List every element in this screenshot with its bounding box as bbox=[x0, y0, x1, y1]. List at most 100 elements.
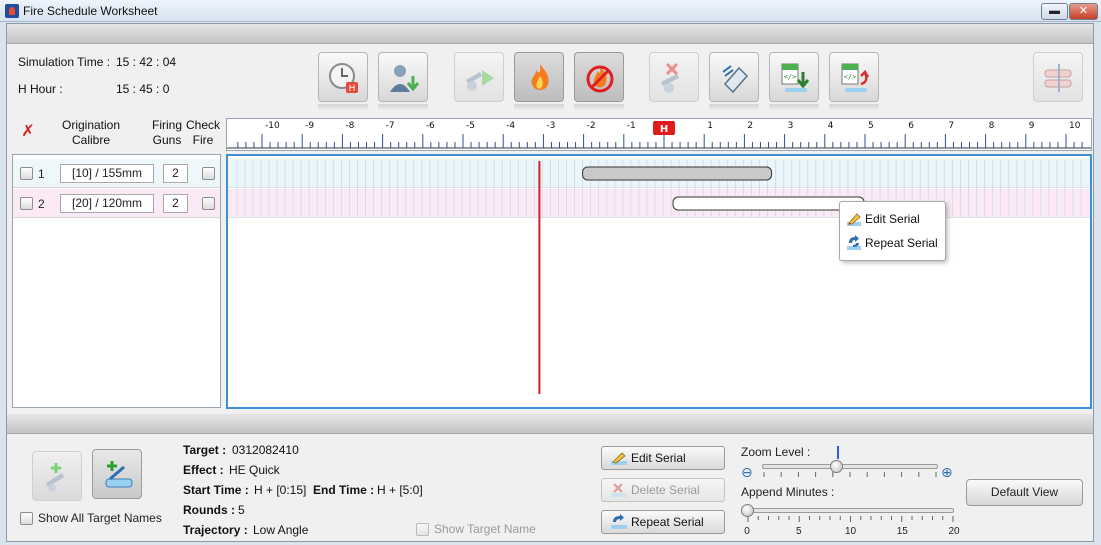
cannon-play-icon bbox=[466, 70, 494, 91]
ruler-label-h: H bbox=[660, 124, 668, 135]
row-select-checkbox[interactable] bbox=[20, 167, 33, 180]
target-value: 0312082410 bbox=[232, 443, 299, 457]
header-check-fire: Check Fire bbox=[185, 118, 220, 147]
delete-serial-button[interactable]: Delete Serial bbox=[601, 478, 725, 502]
simulation-time-label: Simulation Time : bbox=[18, 55, 111, 69]
eraser-icon bbox=[722, 65, 749, 94]
header-firing-guns: Firing Guns bbox=[151, 118, 182, 147]
start-time-value: H + [0:15] bbox=[254, 483, 307, 497]
ruler-label: -5 bbox=[466, 121, 475, 131]
context-edit-serial[interactable]: Edit Serial bbox=[844, 208, 942, 230]
zoom-in-icon[interactable]: ⊕ bbox=[941, 464, 953, 481]
zoom-slider-track[interactable] bbox=[762, 464, 938, 469]
default-view-button[interactable]: Default View bbox=[966, 479, 1083, 506]
window-title: Fire Schedule Worksheet bbox=[23, 4, 158, 18]
edit-icon bbox=[847, 213, 861, 226]
check-fire-checkbox[interactable] bbox=[202, 167, 215, 180]
show-all-targets-checkbox[interactable] bbox=[20, 512, 33, 525]
top-header-bar bbox=[7, 24, 1093, 44]
calibre-field[interactable]: [20] / 120mm bbox=[60, 194, 154, 213]
list-item[interactable]: 1 [10] / 155mm 2 bbox=[13, 159, 220, 188]
rounds-label: Rounds : bbox=[183, 503, 235, 517]
cancel-fire-button[interactable] bbox=[649, 52, 699, 102]
ruler-label: -8 bbox=[345, 121, 354, 131]
ruler-label: 2 bbox=[747, 121, 753, 131]
ruler-label: -6 bbox=[426, 121, 435, 131]
export-xml-button[interactable]: </> bbox=[769, 52, 819, 102]
append-slider-track[interactable] bbox=[747, 508, 954, 513]
zoom-slider-ticks bbox=[763, 472, 937, 477]
show-all-targets-label: Show All Target Names bbox=[38, 511, 162, 525]
edit-icon bbox=[611, 452, 627, 465]
app-icon bbox=[5, 4, 19, 18]
h-hour-label: H Hour : bbox=[18, 82, 63, 96]
title-bar: Fire Schedule Worksheet ▬ ✕ bbox=[0, 0, 1101, 22]
rounds-value: 5 bbox=[238, 503, 245, 517]
add-cannon-button[interactable] bbox=[32, 451, 82, 501]
start-time-label: Start Time : bbox=[183, 483, 249, 497]
h-hour-value: 15 : 45 : 0 bbox=[116, 82, 170, 96]
ruler-label: -3 bbox=[546, 121, 555, 131]
soldier-download-icon bbox=[390, 65, 420, 92]
append-tick-label: 15 bbox=[896, 526, 908, 537]
repeat-serial-button[interactable]: Repeat Serial bbox=[601, 510, 725, 534]
eraser-button[interactable] bbox=[709, 52, 759, 102]
end-time-value: H + [5:0] bbox=[377, 483, 423, 497]
clear-all-icon[interactable]: ✗ bbox=[18, 124, 38, 140]
append-minutes-label: Append Minutes : bbox=[741, 485, 835, 499]
timeline-panel[interactable] bbox=[226, 154, 1092, 409]
serial-bar[interactable] bbox=[582, 166, 773, 181]
svg-text:</>: </> bbox=[784, 73, 797, 81]
no-fire-button[interactable] bbox=[574, 52, 624, 102]
check-fire-checkbox[interactable] bbox=[202, 197, 215, 210]
row-number: 1 bbox=[38, 167, 45, 181]
add-serial-button[interactable] bbox=[92, 449, 142, 499]
layers-icon bbox=[1044, 64, 1072, 92]
time-ruler[interactable]: -10 -9 -8 -7 -6 -5 -4 -3 -2 -1 H 1 2 3 4 5 6 7 8 9 10 bbox=[226, 118, 1092, 151]
guns-field[interactable]: 2 bbox=[163, 194, 188, 213]
fire-button[interactable] bbox=[514, 52, 564, 102]
ruler-label: 9 bbox=[1029, 121, 1035, 131]
ruler-label: -1 bbox=[627, 121, 636, 131]
serial-bar[interactable] bbox=[672, 196, 865, 211]
add-serial-icon bbox=[105, 461, 133, 488]
row-select-checkbox[interactable] bbox=[20, 197, 33, 210]
effect-value: HE Quick bbox=[229, 463, 280, 477]
ruler-label: -4 bbox=[506, 121, 515, 131]
delete-icon bbox=[611, 483, 627, 497]
append-tick-label: 10 bbox=[844, 526, 857, 537]
ruler-label: -2 bbox=[587, 121, 596, 131]
layers-button[interactable] bbox=[1033, 52, 1083, 102]
ruler-label: 5 bbox=[868, 121, 874, 131]
show-target-name-checkbox[interactable] bbox=[416, 523, 429, 536]
close-button[interactable]: ✕ bbox=[1069, 3, 1098, 20]
import-xml-button[interactable]: </> bbox=[829, 52, 879, 102]
row-number: 2 bbox=[38, 197, 45, 211]
zoom-out-icon[interactable]: ⊖ bbox=[741, 464, 753, 481]
worksheet-frame: Simulation Time : 15 : 42 : 04 H Hour : … bbox=[6, 23, 1094, 542]
guns-field[interactable]: 2 bbox=[163, 164, 188, 183]
minimize-button[interactable]: ▬ bbox=[1041, 3, 1068, 20]
calibre-field[interactable]: [10] / 155mm bbox=[60, 164, 154, 183]
no-fire-icon bbox=[586, 65, 614, 93]
zoom-default-marker bbox=[837, 446, 839, 459]
set-h-hour-button[interactable]: H bbox=[318, 52, 368, 102]
trajectory-value: Low Angle bbox=[253, 523, 309, 537]
context-repeat-serial[interactable]: Repeat Serial bbox=[844, 232, 942, 254]
svg-text:</>: </> bbox=[844, 73, 857, 81]
bottom-header-bar bbox=[7, 414, 1093, 434]
soldier-download-button[interactable] bbox=[378, 52, 428, 102]
ruler-label: 8 bbox=[989, 121, 995, 131]
append-slider-ticks bbox=[747, 516, 954, 522]
repeat-icon bbox=[847, 235, 861, 250]
show-target-name-label: Show Target Name bbox=[434, 522, 536, 536]
xml-import-icon: </> bbox=[841, 63, 870, 92]
edit-serial-button[interactable]: Edit Serial bbox=[601, 446, 725, 470]
header-origination-calibre: Origination Calibre bbox=[61, 118, 121, 147]
list-item[interactable]: 2 [20] / 120mm 2 bbox=[13, 189, 220, 218]
target-label: Target : bbox=[183, 443, 227, 457]
xml-export-icon: </> bbox=[781, 63, 810, 92]
ruler-label: -7 bbox=[386, 121, 395, 131]
add-cannon-icon bbox=[46, 463, 64, 492]
cannon-play-button[interactable] bbox=[454, 52, 504, 102]
